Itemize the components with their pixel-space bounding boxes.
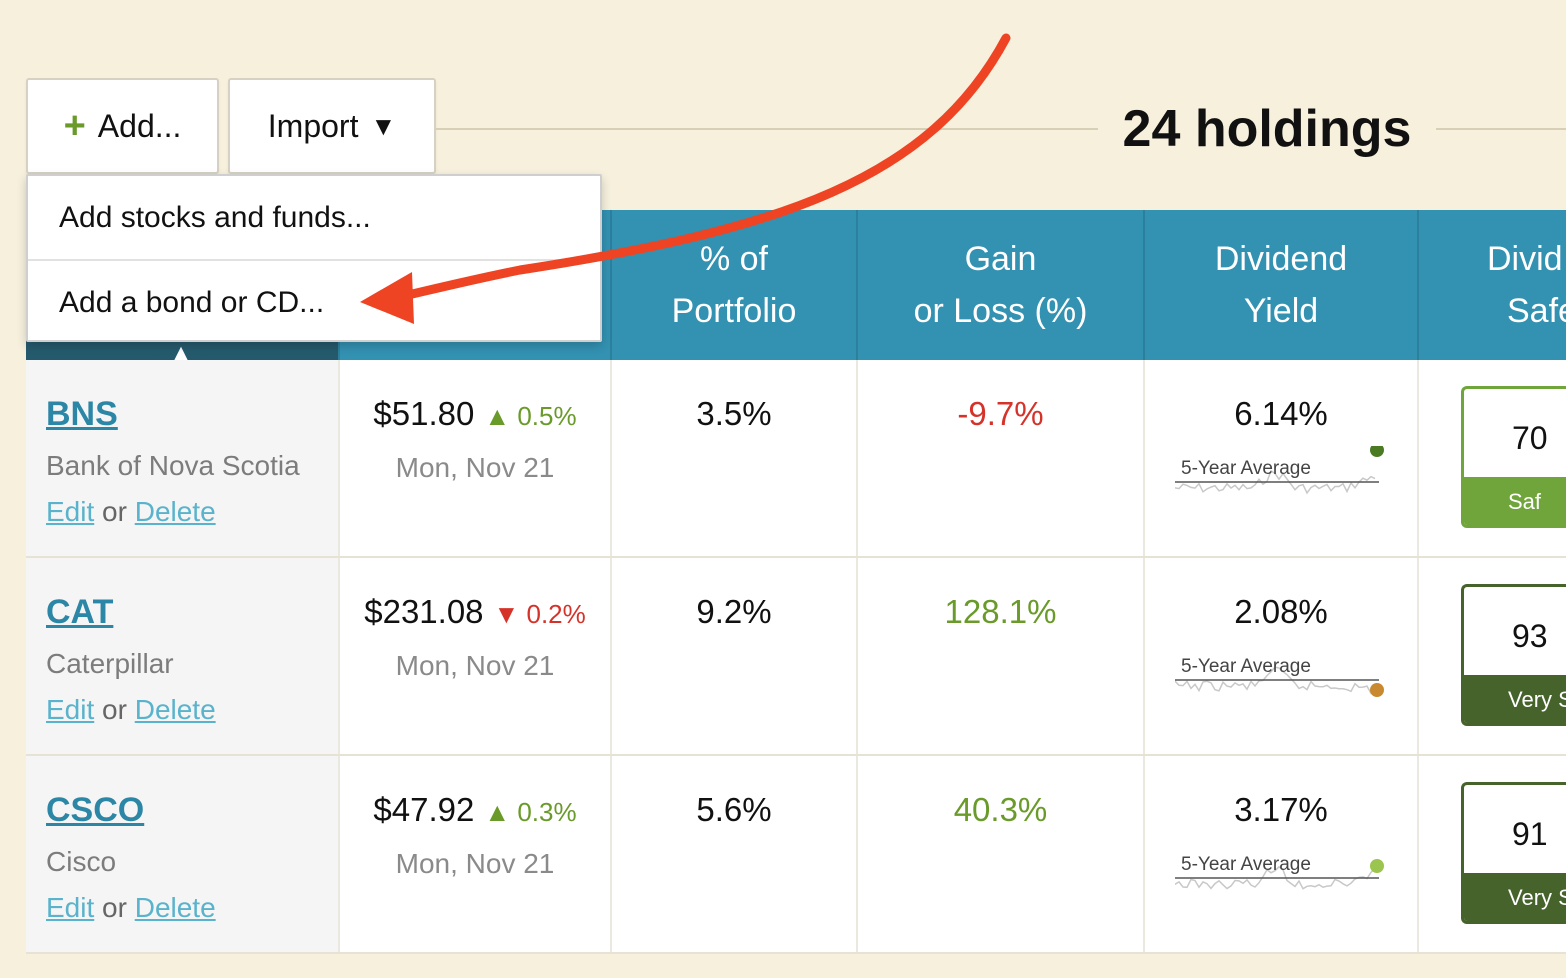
delete-link[interactable]: Delete xyxy=(135,892,216,923)
company-name: Caterpillar xyxy=(46,648,174,679)
triangle-up-icon: ▲ xyxy=(484,401,511,431)
safety-score-badge[interactable]: 91 Very S xyxy=(1461,782,1566,924)
holding-name-cell: CSCO Cisco Edit or Delete xyxy=(26,756,340,952)
title-rule-left xyxy=(436,128,1098,130)
safety-score-badge[interactable]: 70 Saf xyxy=(1461,386,1566,528)
caret-down-icon: ▼ xyxy=(370,110,397,141)
table-row: BNS Bank of Nova Scotia Edit or Delete $… xyxy=(26,360,1566,558)
price-cell: $231.08 ▼ 0.2% Mon, Nov 21 xyxy=(340,558,612,754)
header-dividend-yield[interactable]: Dividend Yield xyxy=(1145,210,1419,360)
five-year-average-label: 5-Year Average xyxy=(1181,656,1311,677)
five-year-average-label: 5-Year Average xyxy=(1181,458,1311,479)
gain-loss-cell: 40.3% xyxy=(858,756,1145,952)
edit-delete-line: Edit or Delete xyxy=(46,892,216,923)
edit-link[interactable]: Edit xyxy=(46,892,94,923)
dividend-safety-cell: 91 Very S xyxy=(1419,756,1566,952)
holdings-count-title: 24 holdings xyxy=(1122,100,1412,158)
table-row: CAT Caterpillar Edit or Delete $231.08 ▼… xyxy=(26,558,1566,756)
price-change: ▼ 0.2% xyxy=(493,599,586,629)
triangle-up-icon: ▲ xyxy=(484,797,511,827)
holding-name-cell: CAT Caterpillar Edit or Delete xyxy=(26,558,340,754)
yield-sparkline[interactable]: 5-Year Average xyxy=(1175,842,1387,902)
pct-portfolio-cell: 9.2% xyxy=(612,558,858,754)
import-button-label: Import xyxy=(267,107,359,144)
edit-link[interactable]: Edit xyxy=(46,496,94,527)
price-change: ▲ 0.5% xyxy=(484,401,577,431)
safety-score-value: 93 xyxy=(1512,618,1548,654)
current-yield-dot xyxy=(1370,859,1384,873)
import-button[interactable]: Import ▼ xyxy=(228,78,436,174)
safety-score-label: Very S xyxy=(1464,873,1566,921)
gain-loss-cell: -9.7% xyxy=(858,360,1145,556)
five-year-average-label: 5-Year Average xyxy=(1181,854,1311,875)
dividend-yield-cell: 2.08% 5-Year Average xyxy=(1145,558,1419,754)
delete-link[interactable]: Delete xyxy=(135,694,216,725)
current-yield-dot xyxy=(1370,446,1384,457)
price-date: Mon, Nov 21 xyxy=(395,848,555,879)
triangle-down-icon: ▼ xyxy=(493,599,520,629)
plus-icon: + xyxy=(63,105,86,147)
header-gain-loss[interactable]: Gain or Loss (%) xyxy=(858,210,1145,360)
safety-score-badge[interactable]: 93 Very S xyxy=(1461,584,1566,726)
price-cell: $47.92 ▲ 0.3% Mon, Nov 21 xyxy=(340,756,612,952)
price-value: $231.08 xyxy=(364,593,484,630)
pct-portfolio-value: 9.2% xyxy=(696,593,772,630)
dividend-yield-cell: 3.17% 5-Year Average xyxy=(1145,756,1419,952)
safety-score-label: Saf xyxy=(1464,477,1566,525)
safety-score-value: 91 xyxy=(1512,816,1548,852)
menu-item-add-bond-cd[interactable]: Add a bond or CD... xyxy=(28,259,600,342)
pct-portfolio-value: 3.5% xyxy=(696,395,772,432)
dividend-safety-cell: 70 Saf xyxy=(1419,360,1566,556)
dividend-yield-value: 2.08% xyxy=(1234,593,1328,630)
pct-portfolio-cell: 3.5% xyxy=(612,360,858,556)
edit-link[interactable]: Edit xyxy=(46,694,94,725)
gain-loss-value: 128.1% xyxy=(944,593,1057,630)
price-date: Mon, Nov 21 xyxy=(395,650,555,681)
edit-delete-line: Edit or Delete xyxy=(46,694,216,725)
delete-link[interactable]: Delete xyxy=(135,496,216,527)
company-name: Bank of Nova Scotia xyxy=(46,450,300,481)
edit-delete-line: Edit or Delete xyxy=(46,496,216,527)
header-pct-portfolio[interactable]: % of Portfolio xyxy=(612,210,858,360)
ticker-link[interactable]: BNS xyxy=(46,394,118,434)
add-button[interactable]: + Add... xyxy=(26,78,219,174)
pct-portfolio-cell: 5.6% xyxy=(612,756,858,952)
safety-score-label: Very S xyxy=(1464,675,1566,723)
dividend-yield-value: 6.14% xyxy=(1234,395,1328,432)
price-change: ▲ 0.3% xyxy=(484,797,577,827)
ticker-link[interactable]: CSCO xyxy=(46,790,144,830)
safety-score-value: 70 xyxy=(1512,420,1548,456)
pct-portfolio-value: 5.6% xyxy=(696,791,772,828)
dividend-yield-cell: 6.14% 5-Year Average xyxy=(1145,360,1419,556)
ticker-link[interactable]: CAT xyxy=(46,592,113,632)
gain-loss-value: -9.7% xyxy=(957,395,1044,432)
gain-loss-value: 40.3% xyxy=(953,791,1048,828)
header-dividend-safety[interactable]: Divid Safe xyxy=(1419,210,1566,360)
add-button-label: Add... xyxy=(97,107,182,144)
price-date: Mon, Nov 21 xyxy=(395,452,555,483)
table-row: CSCO Cisco Edit or Delete $47.92 ▲ 0.3% … xyxy=(26,756,1566,954)
gain-loss-cell: 128.1% xyxy=(858,558,1145,754)
price-value: $51.80 xyxy=(373,395,475,432)
yield-sparkline[interactable]: 5-Year Average xyxy=(1175,644,1387,704)
company-name: Cisco xyxy=(46,846,117,877)
price-cell: $51.80 ▲ 0.5% Mon, Nov 21 xyxy=(340,360,612,556)
dividend-safety-cell: 93 Very S xyxy=(1419,558,1566,754)
menu-item-add-stocks-funds[interactable]: Add stocks and funds... xyxy=(28,176,600,259)
price-value: $47.92 xyxy=(373,791,475,828)
current-yield-dot xyxy=(1370,683,1384,697)
add-dropdown-menu: Add stocks and funds... Add a bond or CD… xyxy=(26,174,602,342)
holding-name-cell: BNS Bank of Nova Scotia Edit or Delete xyxy=(26,360,340,556)
dividend-yield-value: 3.17% xyxy=(1234,791,1328,828)
yield-sparkline[interactable]: 5-Year Average xyxy=(1175,446,1387,506)
title-rule-right xyxy=(1436,128,1566,130)
